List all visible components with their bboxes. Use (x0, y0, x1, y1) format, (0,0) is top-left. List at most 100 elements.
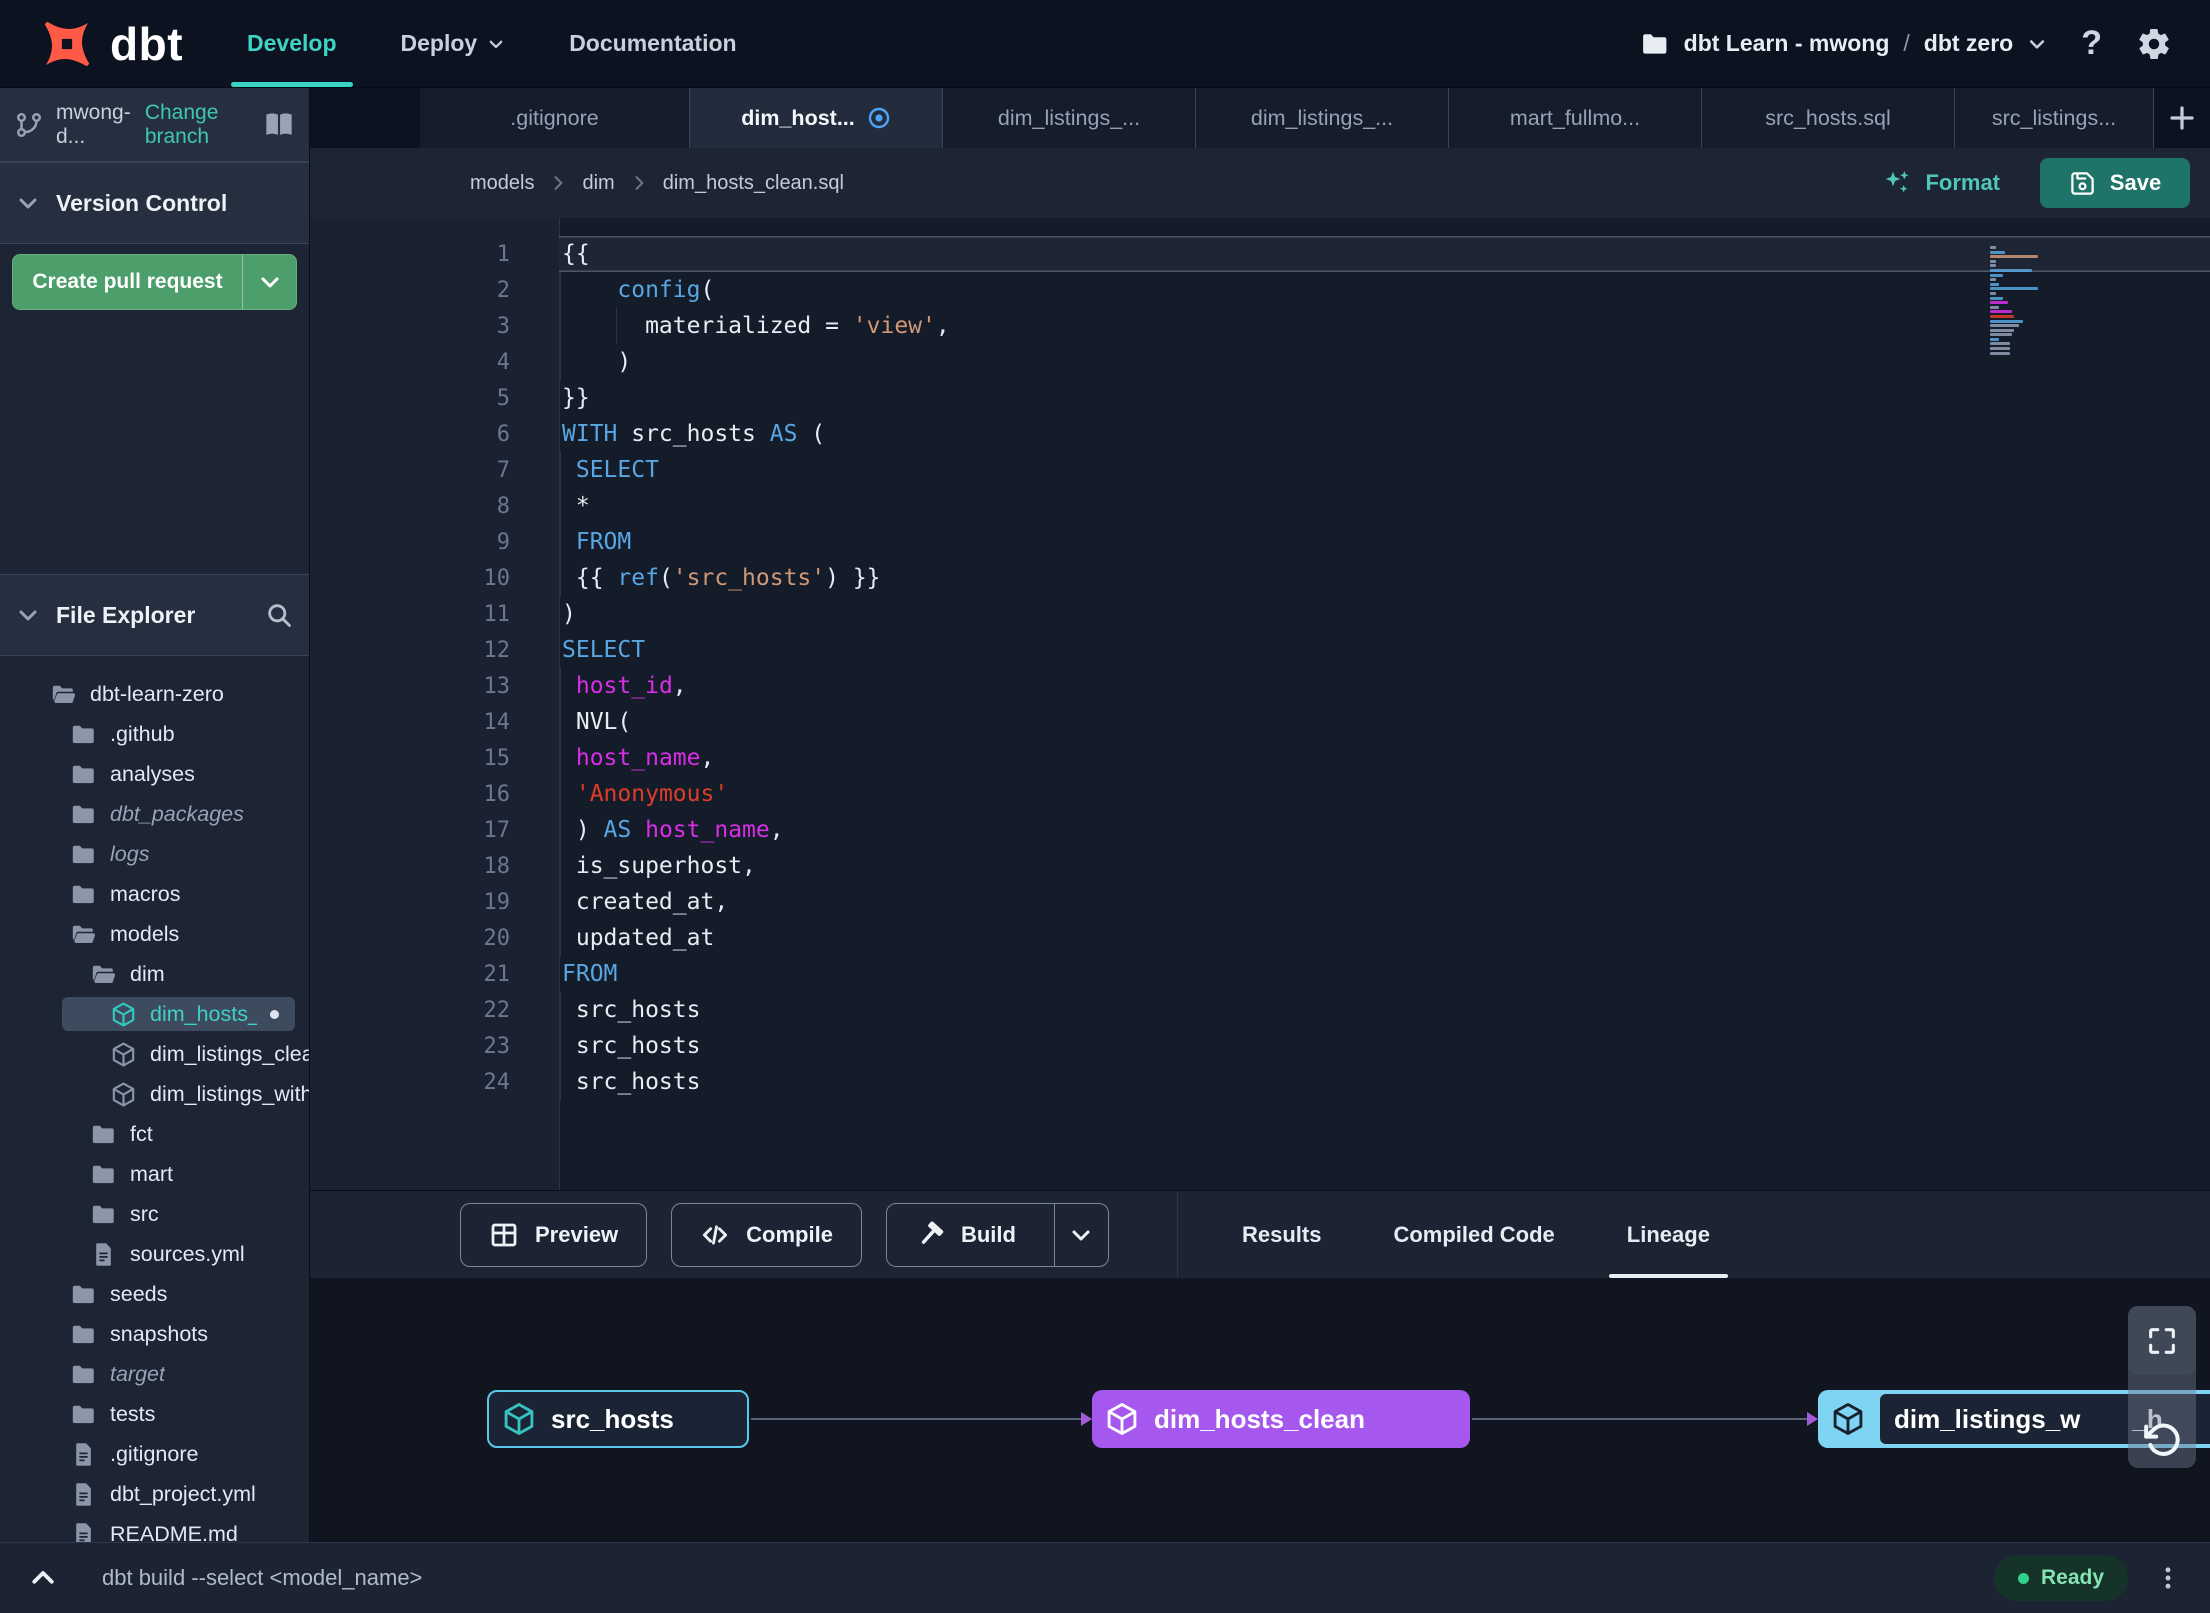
preview-button[interactable]: Preview (460, 1202, 648, 1267)
tree-item-label: dbt-learn-zero (90, 681, 224, 706)
tree-item-dim-listings-with-hosts[interactable]: dim_listings_with_hosts... (0, 1074, 309, 1114)
gear-icon[interactable] (2136, 26, 2172, 62)
modified-indicator-icon (867, 106, 891, 130)
tree-item-dbt-learn-zero[interactable]: dbt-learn-zero (0, 674, 309, 714)
nav-item-deploy[interactable]: Deploy (401, 0, 506, 87)
minimap-line (1990, 296, 2004, 300)
nav-item-documentation[interactable]: Documentation (569, 0, 736, 87)
model-cube-icon (1104, 1401, 1140, 1437)
tab-dim-listings[interactable]: dim_listings_... (1196, 88, 1449, 148)
tree-item-analyses[interactable]: analyses (0, 754, 309, 794)
gutter (510, 560, 559, 596)
pull-request-dropdown-button[interactable] (242, 255, 296, 309)
create-pull-request-label[interactable]: Create pull request (13, 255, 242, 309)
code-text: {{ (559, 236, 2210, 272)
file-explorer-header[interactable]: File Explorer (0, 574, 309, 656)
code-text: config( (559, 272, 2210, 308)
lineage-node-src-hosts[interactable]: src_hosts (487, 1390, 749, 1448)
project-selector[interactable]: dbt Learn - mwong / dbt zero (1640, 29, 2048, 59)
tree-item-models[interactable]: models (0, 914, 309, 954)
main-area: .gitignore dim_host... dim_listings_... dim… (310, 88, 2210, 1542)
line-number: 10 (483, 565, 511, 591)
panel-tab-results[interactable]: Results (1206, 1191, 1357, 1278)
indent-guide (560, 740, 561, 776)
minimap-line (1990, 282, 1999, 286)
panel-tab-compiled-code[interactable]: Compiled Code (1357, 1191, 1590, 1278)
refresh-icon[interactable] (2142, 1420, 2182, 1460)
indent-guide (560, 920, 561, 956)
gutter (510, 632, 559, 668)
tab-src-hosts-sql[interactable]: src_hosts.sql (1702, 88, 1955, 148)
code-line: 10 {{ ref('src_hosts') }} (310, 560, 2210, 596)
lineage-node-label: dim_hosts_clean (1154, 1403, 1365, 1434)
tree-item-gitignore[interactable]: .gitignore (0, 1434, 309, 1474)
panel-tab-lineage[interactable]: Lineage (1591, 1191, 1746, 1278)
code-token: host_name (645, 817, 770, 843)
code-text: materialized = 'view', (559, 308, 2210, 344)
docs-book-icon[interactable] (263, 109, 295, 141)
code-line: 2 config( (310, 272, 2210, 308)
change-branch-link[interactable]: Change branch (145, 101, 251, 149)
tree-item-dbt-project-yml[interactable]: dbt_project.yml (0, 1474, 309, 1514)
kebab-menu-icon[interactable] (2154, 1564, 2182, 1592)
tree-item-label: README.md (110, 1521, 238, 1543)
build-dropdown-button[interactable] (1053, 1203, 1108, 1266)
tree-item-github[interactable]: .github (0, 714, 309, 754)
tree-item-mart[interactable]: mart (0, 1154, 309, 1194)
tree-item-sources-yml[interactable]: sources.yml (0, 1234, 309, 1274)
fullscreen-button[interactable] (2128, 1306, 2196, 1375)
line-number: 20 (483, 925, 511, 951)
tree-item-dim-listings-clean-sql[interactable]: dim_listings_clean.sql (0, 1034, 309, 1074)
search-icon[interactable] (265, 601, 293, 629)
tree-item-seeds[interactable]: seeds (0, 1274, 309, 1314)
tree-item-readme-md[interactable]: README.md (0, 1514, 309, 1542)
account-name: dbt Learn - mwong (1683, 30, 1890, 56)
new-tab-button[interactable] (2154, 88, 2210, 148)
code-line: 14 NVL( (310, 704, 2210, 740)
compile-button[interactable]: Compile (671, 1202, 862, 1267)
help-button[interactable]: ? (2081, 24, 2102, 63)
code-token: 'view' (852, 313, 936, 339)
minimap-line (1990, 305, 1999, 309)
tab-mart-fullmo[interactable]: mart_fullmo... (1449, 88, 1702, 148)
tree-item-target[interactable]: target (0, 1354, 309, 1394)
chevron-down-icon (16, 191, 40, 215)
tree-item-src[interactable]: src (0, 1194, 309, 1234)
gutter (510, 668, 559, 704)
tree-item-tests[interactable]: tests (0, 1394, 309, 1434)
minimap[interactable] (1990, 246, 2100, 356)
tree-item-macros[interactable]: macros (0, 874, 309, 914)
lineage-canvas[interactable]: src_hosts dim_hosts_clean dim_listings_w _h (310, 1278, 2210, 1542)
indent-guide (560, 992, 561, 1028)
tree-item-fct[interactable]: fct (0, 1114, 309, 1154)
tree-item-snapshots[interactable]: snapshots (0, 1314, 309, 1354)
code-line: 16 'Anonymous' (310, 776, 2210, 812)
code-editor[interactable]: 1{{2 config(3 materialized = 'view', 4 ) 5… (310, 218, 2210, 1190)
version-control-header[interactable]: Version Control (0, 162, 309, 244)
code-line: 22 src_hosts (310, 992, 2210, 1028)
code-token: SELECT (575, 457, 659, 483)
tab-dim-listings[interactable]: dim_listings_... (943, 88, 1196, 148)
tab-gitignore[interactable]: .gitignore (420, 88, 690, 148)
tree-item-dim-hosts-clean-sql[interactable]: dim_hosts_clean.sql (0, 994, 309, 1034)
save-button[interactable]: Save (2040, 158, 2190, 208)
tab-src-listings[interactable]: src_listings... (1955, 88, 2154, 148)
format-button[interactable]: Format (1881, 167, 2000, 199)
tree-item-dim[interactable]: dim (0, 954, 309, 994)
code-text: * (559, 488, 2210, 524)
tree-item-label: sources.yml (130, 1241, 245, 1266)
lineage-node-dim-hosts-clean[interactable]: dim_hosts_clean (1092, 1390, 1470, 1448)
tab-dim-host[interactable]: dim_host... (690, 88, 943, 148)
indent-guide (560, 884, 561, 920)
build-button[interactable]: Build (885, 1202, 1109, 1267)
code-text: src_hosts (559, 1064, 2210, 1100)
chevron-up-icon[interactable] (28, 1563, 58, 1593)
action-bar: Preview Compile Build Results Compiled Code… (310, 1190, 2210, 1278)
breadcrumb-item: dim_hosts_clean.sql (662, 171, 844, 194)
create-pull-request-button[interactable]: Create pull request (12, 254, 297, 310)
tree-item-dbt-packages[interactable]: dbt_packages (0, 794, 309, 834)
tree-item-logs[interactable]: logs (0, 834, 309, 874)
code-line: 18 is_superhost, (310, 848, 2210, 884)
nav-item-develop[interactable]: Develop (230, 0, 354, 87)
